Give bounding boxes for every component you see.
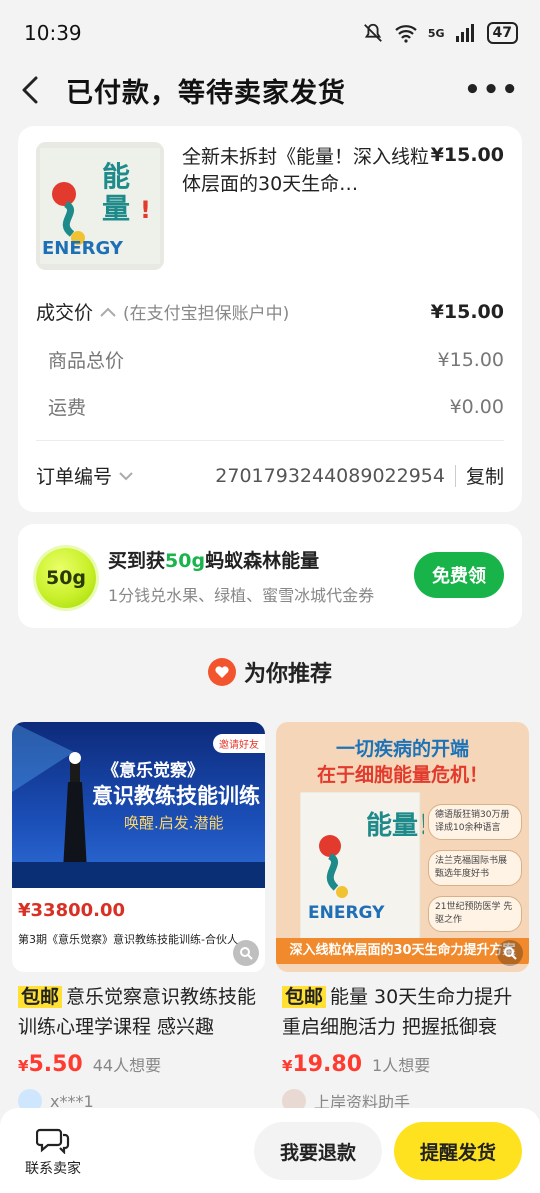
image-corner-text: 邀请好友	[219, 740, 259, 751]
image-book-title: 能量！	[366, 810, 424, 841]
signal-bars-icon	[455, 24, 474, 42]
image-search-icon[interactable]	[497, 940, 523, 966]
energy-title-suffix: 蚂蚁森林能量	[205, 550, 320, 572]
image-line2: 意识教练技能训练	[92, 784, 260, 808]
energy-title-highlight: 50g	[165, 550, 206, 572]
status-bar: 10:39 5G 47	[0, 0, 540, 66]
svg-text:量: 量	[102, 192, 130, 225]
image-corner-tag: 邀请好友	[213, 734, 265, 753]
deal-price-label: 成交价	[36, 302, 94, 324]
status-time: 10:39	[24, 21, 82, 45]
recommend-item-want: 44人想要	[92, 1056, 162, 1075]
order-number-label[interactable]: 订单编号	[36, 462, 112, 489]
svg-text:!: !	[140, 196, 151, 224]
product-price: ¥15.00	[430, 144, 504, 166]
image-line2: 在于细胞能量危机！	[316, 764, 488, 786]
shipping-row: 运费 ¥0.00	[36, 393, 504, 420]
energy-title-prefix: 买到获	[108, 550, 166, 572]
page-title: 已付款，等待卖家发货	[66, 77, 346, 109]
recommend-item-priceline: ¥5.50 44人想要	[12, 1052, 265, 1077]
claim-energy-button[interactable]: 免费领	[414, 552, 504, 598]
order-number: 2701793244089022954	[215, 464, 445, 487]
nav-bar: 已付款，等待卖家发货 •••	[0, 66, 540, 114]
chat-icon	[35, 1128, 70, 1155]
divider	[36, 440, 504, 441]
copy-button[interactable]: 复制	[466, 462, 504, 489]
energy-title: 买到获50g蚂蚁森林能量	[108, 546, 319, 573]
product-image[interactable]: 能 量 ! ENERGY	[36, 142, 164, 270]
free-shipping-tag: 包邮	[282, 986, 327, 1008]
contact-seller-button[interactable]: 联系卖家	[22, 1126, 84, 1178]
product-title[interactable]: 全新未拆封《能量！深入线粒体层面的30天生命…	[182, 144, 432, 198]
chevron-left-icon	[22, 76, 38, 104]
price-value: 19.80	[292, 1052, 363, 1077]
recommend-item[interactable]: 一切疾病的开端 在于细胞能量危机！ 能量！ ENERGY 德语版狂销30万册 译…	[276, 722, 529, 1122]
recommend-item-price: ¥5.50	[18, 1052, 83, 1077]
recommend-item-desc: 包邮 能量 30天生命力提升 重启细胞活力 把握抵御衰	[276, 982, 529, 1042]
recommend-item-image[interactable]: 一切疾病的开端 在于细胞能量危机！ 能量！ ENERGY 德语版狂销30万册 译…	[276, 722, 529, 972]
wifi-icon	[395, 25, 417, 43]
image-bullet: 法兰克福国际书展 甄选年度好书	[428, 850, 522, 886]
price-value: 5.50	[28, 1052, 83, 1077]
recommend-item-price: ¥19.80	[282, 1052, 362, 1077]
contact-seller-label: 联系卖家	[25, 1161, 81, 1177]
goods-total-value: ¥15.00	[437, 348, 504, 371]
heart-icon	[207, 658, 236, 686]
remind-ship-button[interactable]: 提醒发货	[394, 1122, 522, 1180]
image-line1: 《意乐觉察》	[102, 761, 204, 781]
back-button[interactable]	[20, 70, 52, 110]
recommend-item-image[interactable]: 邀请好友 《意乐觉察》 意识教练技能训练 唤醒.启发.潜能 ¥33800.00 …	[12, 722, 265, 972]
recommend-item-want: 1人想要	[372, 1056, 431, 1075]
order-number-row: 订单编号 2701793244089022954 复制	[36, 462, 504, 489]
image-search-icon[interactable]	[233, 940, 259, 966]
image-price: ¥33800.00	[18, 900, 126, 921]
image-bullets: 德语版狂销30万册 译成10余种语言 法兰克福国际书展 甄选年度好书 21世纪预…	[428, 804, 522, 932]
image-bullet: 21世纪预防医学 先驱之作	[428, 896, 522, 932]
image-line3: 唤醒.启发.潜能	[124, 814, 224, 832]
deal-price-row[interactable]: 成交价 (在支付宝担保账户中) ¥15.00	[36, 298, 504, 325]
mute-icon	[363, 23, 382, 42]
free-shipping-tag: 包邮	[18, 986, 63, 1008]
more-icon[interactable]: •••	[464, 75, 520, 105]
energy-card: 50g 买到获50g蚂蚁森林能量 1分钱兑水果、绿植、蜜雪冰城代金券 免费领	[18, 524, 522, 628]
svg-text:能: 能	[102, 160, 130, 193]
separator	[454, 464, 456, 487]
goods-total-label: 商品总价	[48, 350, 125, 372]
refund-button[interactable]: 我要退款	[254, 1122, 382, 1180]
bottom-bar: 联系卖家 我要退款 提醒发货	[0, 1108, 540, 1193]
price-symbol: ¥	[18, 1057, 29, 1075]
shipping-label: 运费	[48, 397, 87, 419]
status-icons: 5G 47	[362, 22, 518, 44]
energy-subtitle: 1分钱兑水果、绿植、蜜雪冰城代金券	[108, 586, 375, 605]
image-book-word: ENERGY	[308, 903, 385, 923]
deal-price-note: (在支付宝担保账户中)	[123, 304, 290, 324]
battery-indicator: 47	[486, 22, 518, 44]
chevron-down-icon[interactable]	[118, 470, 134, 482]
image-line3: 深入线粒体层面的30天生命力提升方案	[276, 938, 529, 964]
recommend-heading: 为你推荐	[0, 656, 540, 688]
recommend-item-priceline: ¥19.80 1人想要	[276, 1052, 529, 1077]
price-symbol: ¥	[282, 1057, 293, 1075]
goods-total-row: 商品总价 ¥15.00	[36, 346, 504, 373]
recommend-title: 为你推荐	[243, 662, 332, 687]
signal-label: 5G	[427, 26, 445, 40]
order-card: 能 量 ! ENERGY 全新未拆封《能量！深入线粒体层面的30天生命… ¥15…	[18, 126, 522, 512]
recommend-item-desc: 包邮 意乐觉察意识教练技能训练心理学课程 感兴趣	[12, 982, 265, 1042]
recommend-item[interactable]: 邀请好友 《意乐觉察》 意识教练技能训练 唤醒.启发.潜能 ¥33800.00 …	[12, 722, 265, 1122]
product-image-word: ENERGY	[42, 238, 124, 259]
image-caption: 第3期《意乐觉察》意识教练技能训练-合伙人	[18, 933, 238, 946]
energy-badge: 50g	[36, 548, 96, 608]
chevron-up-icon	[100, 307, 116, 317]
image-line1: 一切疾病的开端	[335, 738, 469, 760]
image-bullet: 德语版狂销30万册 译成10余种语言	[428, 804, 522, 840]
deal-price-value: ¥15.00	[430, 300, 504, 323]
shipping-value: ¥0.00	[449, 395, 504, 418]
